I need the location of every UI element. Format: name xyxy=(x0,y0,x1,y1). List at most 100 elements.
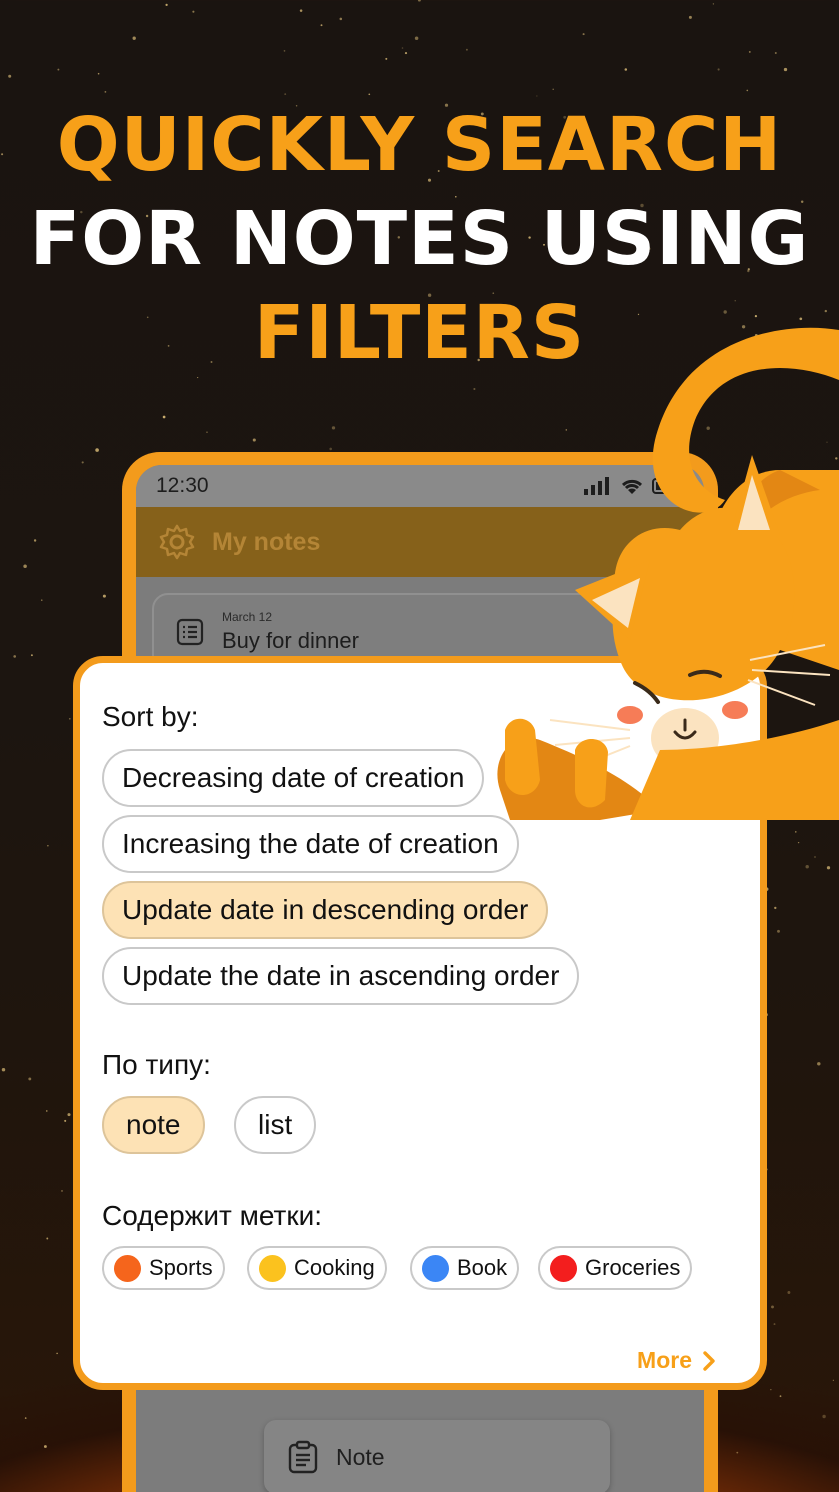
star-dot xyxy=(102,594,106,598)
more-button[interactable]: More xyxy=(637,1347,716,1374)
star-dot xyxy=(814,856,816,858)
star-dot xyxy=(30,654,33,657)
signal-icon xyxy=(584,477,609,495)
tag-color-dot xyxy=(550,1254,577,1282)
star-dot xyxy=(284,93,287,95)
star-dot xyxy=(41,599,43,601)
star-dot xyxy=(67,1113,71,1117)
star-dot xyxy=(787,814,791,819)
star-dot xyxy=(712,3,715,5)
star-dot xyxy=(46,1110,48,1112)
star-dot xyxy=(97,72,100,75)
type-option-note[interactable]: note xyxy=(102,1096,205,1154)
star-dot xyxy=(733,543,735,545)
sort-option-decreasing-creation[interactable]: Decreasing date of creation xyxy=(102,749,485,807)
star-dot xyxy=(748,50,751,53)
type-option-list[interactable]: list xyxy=(234,1096,317,1154)
star-dot xyxy=(832,1379,834,1381)
tag-label: Book xyxy=(457,1255,508,1280)
battery-icon xyxy=(652,478,679,494)
star-dot xyxy=(770,1389,772,1391)
tag-label: Cooking xyxy=(294,1255,375,1280)
status-icons xyxy=(584,477,682,495)
star-dot xyxy=(404,52,408,55)
star-dot xyxy=(320,24,323,27)
star-dot xyxy=(206,431,208,434)
star-dot xyxy=(56,1352,58,1355)
star-dot xyxy=(23,564,27,569)
star-dot xyxy=(552,88,554,91)
star-dot xyxy=(826,866,831,870)
star-dot xyxy=(582,33,585,36)
star-dot xyxy=(104,91,107,93)
star-dot xyxy=(835,457,838,460)
star-dot xyxy=(771,1305,774,1309)
star-dot xyxy=(826,441,828,443)
new-note-label: Note xyxy=(336,1443,385,1470)
star-dot xyxy=(13,655,17,658)
tag-cooking[interactable]: Cooking xyxy=(247,1246,387,1290)
sort-option-update-ascending[interactable]: Update the date in ascending order xyxy=(102,947,580,1005)
note-date: March 12 xyxy=(222,610,273,624)
chevron-right-icon xyxy=(703,1350,715,1371)
star-dot xyxy=(536,95,538,97)
clipboard-icon xyxy=(288,1440,318,1474)
tag-label: Groceries xyxy=(585,1255,681,1280)
tag-groceries[interactable]: Groceries xyxy=(538,1246,693,1290)
star-dot xyxy=(162,415,166,419)
star-dot xyxy=(769,753,773,757)
star-dot xyxy=(43,1445,47,1448)
star-dot xyxy=(706,426,710,430)
star-dot xyxy=(95,448,99,452)
star-dot xyxy=(465,48,468,51)
headline-line-1: QUICKLY SEARCH xyxy=(56,102,783,188)
star-dot xyxy=(299,9,303,12)
star-dot xyxy=(283,50,286,52)
star-dot xyxy=(33,539,37,542)
tag-label: Sports xyxy=(149,1255,213,1280)
star-dot xyxy=(368,93,371,96)
star-dot xyxy=(47,845,49,847)
sort-option-update-descending[interactable]: Update date in descending order xyxy=(102,881,549,939)
sort-by-title: Sort by: xyxy=(102,701,199,732)
star-dot xyxy=(773,1323,776,1326)
star-dot xyxy=(417,0,421,2)
star-dot xyxy=(401,47,404,49)
star-dot xyxy=(132,36,136,40)
star-dot xyxy=(46,1237,49,1240)
star-dot xyxy=(774,51,777,55)
app-title: My notes xyxy=(212,527,321,556)
star-dot xyxy=(331,426,336,430)
star-dot xyxy=(28,1077,32,1081)
star-dot xyxy=(817,1062,821,1066)
star-dot xyxy=(774,906,777,910)
star-dot xyxy=(81,461,84,464)
star-dot xyxy=(192,10,195,13)
filter-icon[interactable] xyxy=(654,528,682,556)
tag-book[interactable]: Book xyxy=(410,1246,520,1290)
star-dot xyxy=(797,841,800,844)
star-dot xyxy=(777,929,780,933)
star-dot xyxy=(385,57,388,60)
star-dot xyxy=(779,1395,782,1398)
star-dot xyxy=(414,36,419,40)
more-label: More xyxy=(637,1347,692,1373)
app-bar: My notes xyxy=(136,507,704,577)
gear-icon[interactable] xyxy=(158,523,196,561)
star-dot xyxy=(825,537,828,540)
tag-sports[interactable]: Sports xyxy=(102,1246,225,1290)
promo-headline: QUICKLY SEARCH FOR NOTES USING FILTERS xyxy=(0,98,839,380)
star-dot xyxy=(624,68,628,71)
tag-color-dot xyxy=(422,1254,449,1282)
star-dot xyxy=(1,1067,6,1072)
new-note-button[interactable]: Note xyxy=(264,1420,610,1492)
star-dot xyxy=(64,1119,67,1122)
sort-option-increasing-creation[interactable]: Increasing the date of creation xyxy=(102,815,519,873)
star-dot xyxy=(801,805,804,809)
headline-line-3: FILTERS xyxy=(253,290,586,376)
star-dot xyxy=(61,1189,63,1192)
star-dot xyxy=(329,447,332,451)
status-bar: 12:30 xyxy=(136,465,704,507)
star-dot xyxy=(795,831,797,833)
star-dot xyxy=(565,429,568,431)
